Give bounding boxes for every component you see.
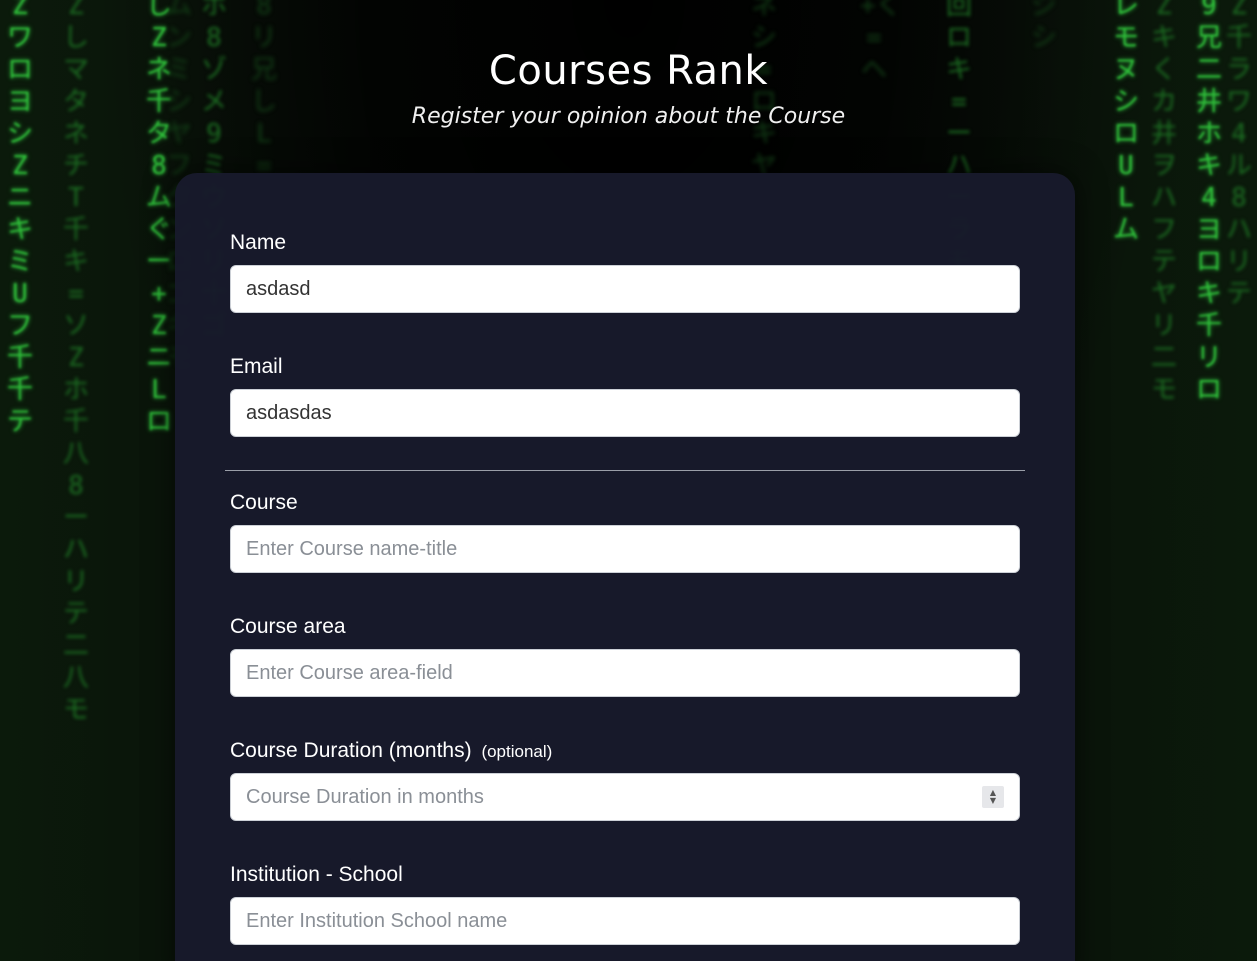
course-input[interactable] (230, 525, 1020, 573)
optional-hint: (optional) (481, 742, 553, 761)
page-header: Courses Rank Register your opinion about… (0, 48, 1257, 129)
matrix-rain-column: Z千ラワ4ル8ハリテ (1225, 0, 1252, 309)
course-duration-wrapper: ▲ ▼ (230, 773, 1020, 821)
course-duration-label: Course Duration (months) (optional) (230, 739, 1020, 763)
form-divider (225, 470, 1025, 471)
course-area-label: Course area (230, 615, 346, 638)
course-area-input[interactable] (230, 649, 1020, 697)
course-area-field-group: Course area (230, 615, 1020, 697)
matrix-rain-column: ジシ (1030, 0, 1057, 53)
page-subtitle: Register your opinion about the Course (411, 104, 846, 129)
course-form-card: Name Email Course Course area Course Dur… (175, 173, 1075, 961)
email-input[interactable] (230, 389, 1020, 437)
name-field-group: Name (230, 231, 1020, 313)
course-duration-input[interactable] (230, 773, 1020, 821)
email-field-group: Email (230, 355, 1020, 437)
course-duration-label-text: Course Duration (months) (230, 739, 472, 762)
course-field-group: Course (230, 491, 1020, 573)
spinner-down-icon[interactable]: ▼ (990, 797, 996, 805)
institution-input[interactable] (230, 897, 1020, 945)
institution-field-group: Institution - School (230, 863, 1020, 945)
number-spinner[interactable]: ▲ ▼ (982, 786, 1004, 808)
email-label: Email (230, 355, 283, 378)
institution-label: Institution - School (230, 863, 403, 886)
page-title: Courses Rank (488, 48, 769, 94)
name-label: Name (230, 231, 287, 254)
course-duration-field-group: Course Duration (months) (optional) ▲ ▼ (230, 739, 1020, 821)
name-input[interactable] (230, 265, 1020, 313)
course-label: Course (230, 491, 298, 514)
